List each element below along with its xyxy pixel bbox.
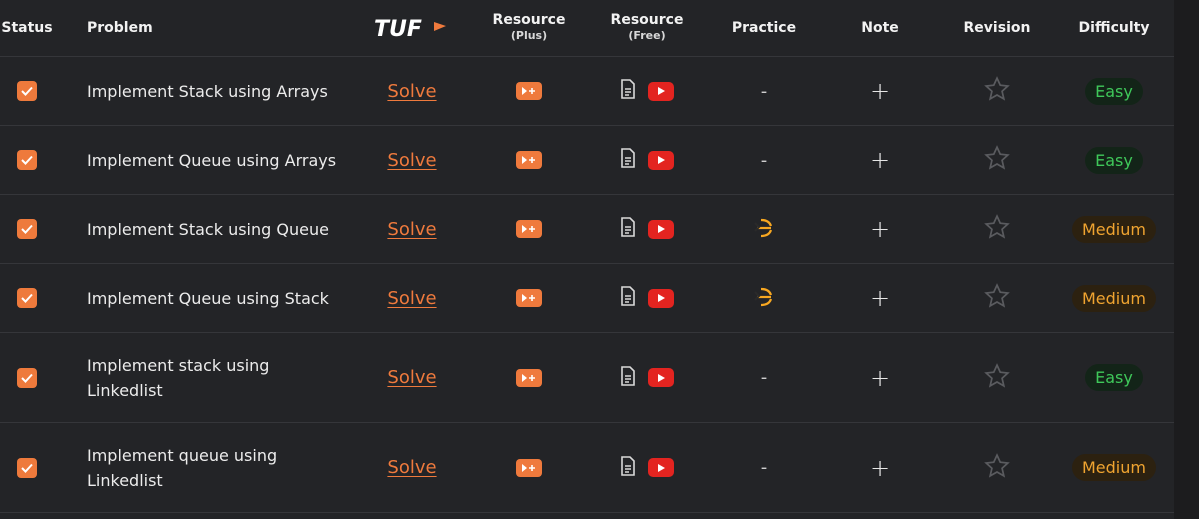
difficulty-badge: Medium — [1072, 284, 1156, 312]
status-cell — [0, 264, 54, 332]
check-icon — [21, 463, 33, 473]
practice-empty: - — [760, 80, 768, 102]
problem-title: Implement Queue using Arrays — [87, 150, 337, 170]
practice-empty: - — [760, 149, 768, 171]
codestudio-icon[interactable] — [752, 215, 776, 243]
header-practice: Practice — [731, 20, 797, 36]
status-cell — [0, 195, 54, 263]
revision-star-icon[interactable] — [984, 76, 1010, 106]
difficulty-badge: Easy — [1085, 77, 1143, 105]
table-header: Status Problem TUF Resource (Plus) Resou… — [0, 0, 1174, 57]
youtube-icon[interactable] — [648, 81, 674, 101]
article-icon[interactable] — [620, 148, 636, 172]
solve-link[interactable]: Solve — [387, 150, 436, 171]
video-plus-icon[interactable] — [516, 289, 542, 307]
status-checkbox[interactable] — [17, 288, 37, 308]
revision-star-icon[interactable] — [984, 452, 1010, 483]
scrollbar-track[interactable] — [1174, 0, 1199, 519]
article-icon[interactable] — [620, 217, 636, 241]
status-cell — [0, 126, 54, 194]
table-row: Implement Stack using Queue Solve + Medi… — [0, 195, 1174, 264]
difficulty-badge: Medium — [1072, 215, 1156, 243]
header-resource-free: Resource (Free) — [610, 12, 684, 42]
table-row: Implement queue using Linkedlist Solve - … — [0, 423, 1174, 513]
table-row: Implement stack using Linkedlist Solve - … — [0, 333, 1174, 423]
table-row: Implement Queue using Arrays Solve - + E… — [0, 126, 1174, 195]
check-icon — [21, 155, 33, 165]
video-plus-icon[interactable] — [516, 82, 542, 100]
header-resource-plus: Resource (Plus) — [492, 12, 566, 42]
add-note-button[interactable]: + — [870, 77, 890, 105]
status-checkbox[interactable] — [17, 457, 37, 478]
article-icon[interactable] — [620, 79, 636, 103]
problems-table: Status Problem TUF Resource (Plus) Resou… — [0, 0, 1174, 519]
youtube-icon[interactable] — [648, 150, 674, 170]
revision-star-icon[interactable] — [984, 145, 1010, 175]
table-row: Implement Stack using Arrays Solve - + E… — [0, 57, 1174, 126]
revision-star-icon[interactable] — [984, 362, 1010, 393]
solve-link[interactable]: Solve — [387, 288, 436, 309]
tuf-logo: TUF — [362, 0, 462, 56]
youtube-icon[interactable] — [648, 288, 674, 308]
video-plus-icon[interactable] — [516, 220, 542, 238]
add-note-button[interactable]: + — [870, 284, 890, 312]
problem-title: Implement Queue using Stack — [87, 288, 329, 308]
status-checkbox[interactable] — [17, 81, 37, 101]
problem-title: Implement queue using Linkedlist — [87, 445, 278, 490]
solve-link[interactable]: Solve — [387, 457, 436, 478]
difficulty-badge: Easy — [1085, 364, 1143, 391]
status-cell — [0, 423, 54, 512]
check-icon — [21, 373, 33, 383]
header-note: Note — [861, 20, 899, 36]
check-icon — [21, 293, 33, 303]
add-note-button[interactable]: + — [870, 454, 890, 482]
codestudio-icon[interactable] — [752, 284, 776, 312]
youtube-icon[interactable] — [648, 458, 674, 477]
status-checkbox[interactable] — [17, 219, 37, 239]
header-revision: Revision — [963, 20, 1031, 36]
tuf-logo-icon: TUF — [374, 17, 446, 42]
header-status: Status — [1, 20, 53, 36]
status-checkbox[interactable] — [17, 367, 37, 388]
header-problem: Problem — [87, 19, 153, 36]
difficulty-badge: Medium — [1072, 454, 1156, 481]
video-plus-icon[interactable] — [516, 458, 542, 477]
svg-text:TUF: TUF — [374, 17, 422, 42]
solve-link[interactable]: Solve — [387, 219, 436, 240]
status-checkbox[interactable] — [17, 150, 37, 170]
check-icon — [21, 86, 33, 96]
practice-empty: - — [760, 367, 768, 388]
article-icon[interactable] — [620, 286, 636, 310]
check-icon — [21, 224, 33, 234]
add-note-button[interactable]: + — [870, 146, 890, 174]
video-plus-icon[interactable] — [516, 368, 542, 387]
status-cell — [0, 333, 54, 422]
solve-link[interactable]: Solve — [387, 367, 436, 388]
header-difficulty: Difficulty — [1078, 20, 1150, 36]
problem-title: Implement stack using Linkedlist — [87, 355, 270, 400]
add-note-button[interactable]: + — [870, 364, 890, 392]
revision-star-icon[interactable] — [984, 214, 1010, 244]
problem-title: Implement Stack using Queue — [87, 219, 329, 239]
revision-star-icon[interactable] — [984, 283, 1010, 313]
video-plus-icon[interactable] — [516, 151, 542, 169]
status-cell — [0, 57, 54, 125]
table-row: Implement Queue using Stack Solve + Medi… — [0, 264, 1174, 333]
difficulty-badge: Easy — [1085, 146, 1143, 174]
youtube-icon[interactable] — [648, 368, 674, 387]
solve-link[interactable]: Solve — [387, 81, 436, 102]
add-note-button[interactable]: + — [870, 215, 890, 243]
practice-empty: - — [760, 457, 768, 478]
problem-title: Implement Stack using Arrays — [87, 81, 328, 101]
article-icon[interactable] — [620, 455, 636, 480]
article-icon[interactable] — [620, 365, 636, 390]
youtube-icon[interactable] — [648, 219, 674, 239]
